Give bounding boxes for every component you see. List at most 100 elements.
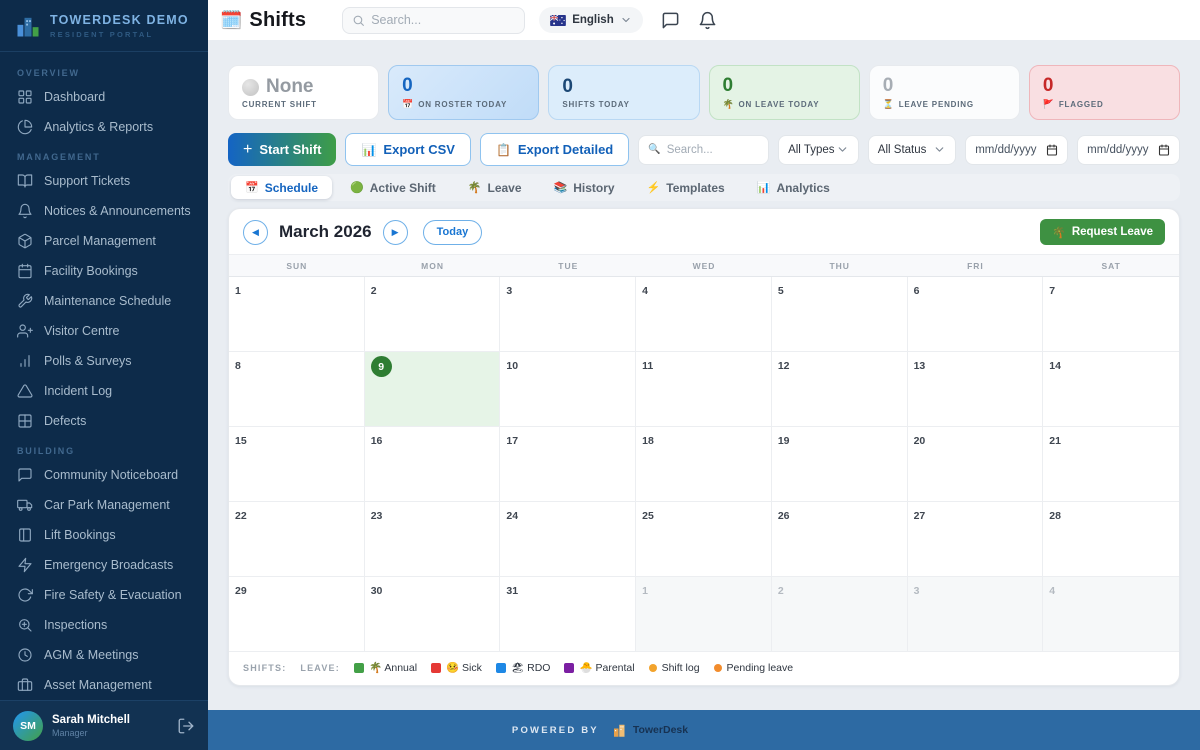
- sidebar-item-asset-management[interactable]: Asset Management: [0, 670, 208, 700]
- calendar-day-cell[interactable]: 23: [364, 502, 501, 577]
- sidebar-item-car-park-management[interactable]: Car Park Management: [0, 490, 208, 520]
- global-search[interactable]: [342, 6, 526, 34]
- calendar-day-cell[interactable]: 22: [229, 502, 365, 577]
- calendar-day-cell[interactable]: 12: [771, 352, 908, 427]
- calendar-day-cell-today[interactable]: 9: [364, 352, 501, 427]
- calendar-day-cell[interactable]: 5: [771, 277, 908, 352]
- calendar-day-cell[interactable]: 3: [907, 577, 1044, 652]
- calendar-day-cell[interactable]: 31: [500, 577, 637, 652]
- legend-item-parental: 🐣 Parental: [564, 661, 635, 674]
- calendar-day-cell[interactable]: 6: [907, 277, 1044, 352]
- sidebar-item-emergency-broadcasts[interactable]: Emergency Broadcasts: [0, 550, 208, 580]
- user-role: Manager: [52, 727, 88, 738]
- tab-schedule[interactable]: 📅 Schedule: [231, 176, 333, 199]
- stat-card-current-shift: None CURRENT SHIFT: [228, 65, 380, 120]
- calendar-day-cell[interactable]: 7: [1043, 277, 1179, 352]
- calendar-day-cell[interactable]: 30: [364, 577, 501, 652]
- tab-templates[interactable]: ⚡ Templates: [633, 176, 739, 199]
- stat-card-shifts-today: 0 SHIFTS TODAY: [548, 65, 700, 120]
- sidebar-item-label: Facility Bookings: [44, 264, 138, 278]
- calendar-day-cell[interactable]: 21: [1043, 427, 1179, 502]
- start-shift-button[interactable]: + Start Shift: [228, 133, 337, 166]
- next-month-button[interactable]: ▶: [382, 219, 408, 245]
- sidebar-item-parcel-management[interactable]: Parcel Management: [0, 226, 208, 256]
- date-to-input[interactable]: mm/dd/yyyy: [1077, 134, 1180, 165]
- request-leave-button[interactable]: 🌴 Request Leave: [1040, 219, 1165, 245]
- sidebar-item-analytics-reports[interactable]: Analytics & Reports: [0, 112, 208, 142]
- tab-active-shift[interactable]: 🟢 Active Shift: [336, 176, 450, 199]
- chevron-down-icon: [838, 147, 847, 152]
- global-search-input[interactable]: [371, 13, 516, 27]
- calendar-day-cell[interactable]: 25: [636, 502, 772, 577]
- pie-chart-icon: [17, 119, 33, 135]
- calendar-day-cell[interactable]: 16: [364, 427, 501, 502]
- date-from-input[interactable]: mm/dd/yyyy: [965, 134, 1069, 165]
- calendar-day-cell[interactable]: 28: [1043, 502, 1179, 577]
- calendar-day-cell[interactable]: 1: [636, 577, 772, 652]
- calendar-day-cell[interactable]: 11: [636, 352, 772, 427]
- bar-chart-icon: [17, 353, 33, 369]
- sidebar-item-maintenance-schedule[interactable]: Maintenance Schedule: [0, 286, 208, 316]
- sidebar-item-inspections[interactable]: Inspections: [0, 610, 208, 640]
- prev-month-button[interactable]: ◀: [243, 219, 268, 245]
- filter-search[interactable]: 🔍: [638, 134, 770, 165]
- day-number: 2: [370, 285, 377, 297]
- sidebar-item-visitor-centre[interactable]: Visitor Centre: [0, 316, 208, 346]
- sidebar-item-notices-announcements[interactable]: Notices & Announcements: [0, 196, 208, 226]
- type-filter-select[interactable]: All Types: [778, 134, 859, 165]
- stat-label: 📅 ON ROSTER TODAY: [402, 98, 508, 109]
- calendar-icon[interactable]: [1046, 143, 1058, 156]
- sidebar-item-community-noticeboard[interactable]: Community Noticeboard: [0, 460, 208, 490]
- calendar-day-cell[interactable]: 20: [907, 427, 1044, 502]
- calendar-day-cell[interactable]: 2: [771, 577, 908, 652]
- calendar-icon[interactable]: [1158, 143, 1170, 156]
- calendar-day-cell[interactable]: 18: [636, 427, 772, 502]
- language-selector[interactable]: English: [539, 7, 643, 33]
- sidebar-item-label: Analytics & Reports: [44, 120, 154, 134]
- calendar-day-cell[interactable]: 3: [500, 277, 637, 352]
- day-number: 23: [370, 510, 383, 522]
- status-filter-select[interactable]: All Status: [867, 134, 957, 165]
- sidebar-item-facility-bookings[interactable]: Facility Bookings: [0, 256, 208, 286]
- calendar-day-cell[interactable]: 26: [771, 502, 908, 577]
- calendar-day-cell[interactable]: 24: [500, 502, 637, 577]
- logout-icon[interactable]: [177, 717, 195, 735]
- sidebar-item-polls-surveys[interactable]: Polls & Surveys: [0, 346, 208, 376]
- calendar-day-cell[interactable]: 29: [229, 577, 365, 652]
- calendar-day-cell[interactable]: 19: [771, 427, 908, 502]
- filter-search-input[interactable]: [666, 143, 760, 156]
- tab-analytics[interactable]: 📊 Analytics: [743, 176, 844, 199]
- calendar-day-cell[interactable]: 13: [907, 352, 1044, 427]
- tab-leave[interactable]: 🌴 Leave: [454, 176, 536, 199]
- calendar-day-cell[interactable]: 4: [636, 277, 772, 352]
- calendar-day-cell[interactable]: 15: [229, 427, 365, 502]
- sidebar-item-fire-safety-evacuation[interactable]: Fire Safety & Evacuation: [0, 580, 208, 610]
- notifications-bell-icon[interactable]: [698, 11, 717, 30]
- calendar-day-cell[interactable]: 2: [364, 277, 501, 352]
- export-csv-button[interactable]: 📊 Export CSV: [345, 133, 471, 166]
- brand-text: TOWERDESK DEMO RESIDENT PORTAL: [50, 13, 189, 39]
- sidebar-item-incident-log[interactable]: Incident Log: [0, 376, 208, 406]
- today-button[interactable]: Today: [422, 219, 483, 245]
- calendar-day-cell[interactable]: 14: [1043, 352, 1179, 427]
- sidebar-item-agm-meetings[interactable]: AGM & Meetings: [0, 640, 208, 670]
- sidebar-item-support-tickets[interactable]: Support Tickets: [0, 166, 208, 196]
- day-number: 18: [642, 435, 654, 447]
- calendar-day-cell[interactable]: 17: [500, 427, 637, 502]
- calendar-day-cell[interactable]: 4: [1043, 577, 1179, 652]
- sidebar-item-label: Dashboard: [44, 90, 106, 104]
- tab-history[interactable]: 📚 History: [540, 176, 629, 199]
- footer-bar: [208, 710, 1200, 750]
- calendar-day-cell[interactable]: 8: [229, 352, 365, 427]
- sidebar-item-lift-bookings[interactable]: Lift Bookings: [0, 520, 208, 550]
- calendar-day-cell[interactable]: 10: [500, 352, 637, 427]
- calendar-day-cell[interactable]: 27: [907, 502, 1044, 577]
- sidebar-item-defects[interactable]: Defects: [0, 406, 208, 436]
- day-number: 7: [1049, 285, 1056, 297]
- calendar-day-cell[interactable]: 1: [229, 277, 365, 352]
- sidebar-item-label: Fire Safety & Evacuation: [44, 588, 182, 602]
- messages-icon[interactable]: [661, 11, 680, 30]
- export-detailed-button[interactable]: 📋 Export Detailed: [479, 133, 630, 166]
- message-square-icon: [17, 467, 33, 483]
- sidebar-item-dashboard[interactable]: Dashboard: [0, 82, 208, 112]
